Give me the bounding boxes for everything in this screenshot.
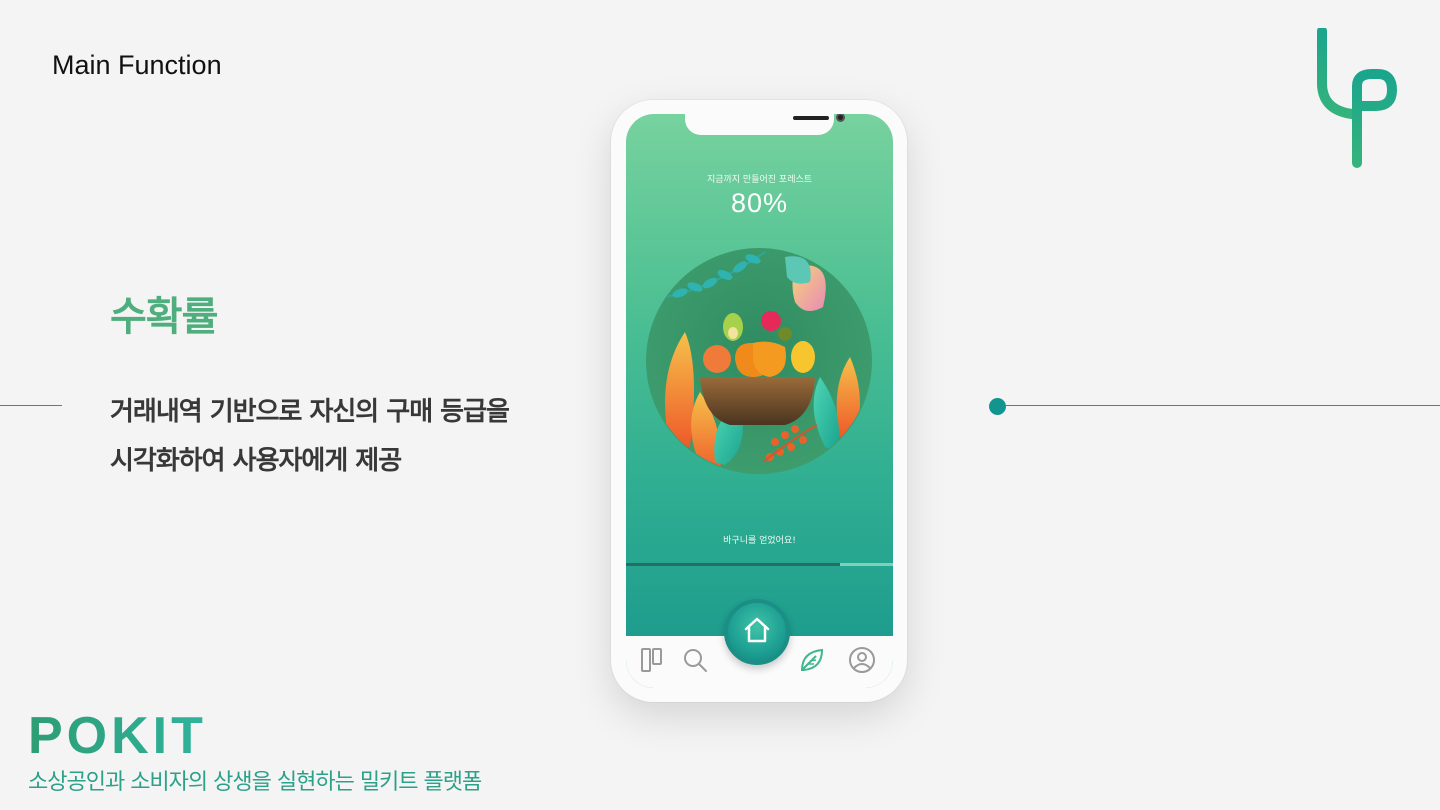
progress-bar [626, 563, 893, 566]
connector-line-right [998, 405, 1440, 406]
speaker [793, 116, 829, 120]
home-button[interactable] [724, 599, 790, 665]
progress-fill [626, 563, 840, 566]
home-icon [744, 617, 770, 643]
feature-description-line: 시각화하여 사용자에게 제공 [110, 446, 402, 476]
leaf-icon[interactable] [798, 646, 826, 674]
phone-notch [685, 114, 845, 135]
reward-message: 바구니를 얻었어요! [723, 536, 796, 546]
search-icon[interactable] [681, 646, 709, 674]
forest-label: 지금까지 만들어진 포레스트 [706, 175, 813, 185]
phone-screen: 지금까지 만들어진 포레스트 80% 바구니를 얻었어요! [626, 114, 893, 688]
feature-description-line: 거래내역 기반으로 자신의 구매 등급을 [110, 397, 510, 427]
connector-line-left [0, 405, 62, 406]
brand-name: POKIT [28, 707, 207, 765]
camera [836, 114, 845, 122]
feature-description: 거래내역 기반으로 자신의 구매 등급을 시각화하여 사용자에게 제공 [110, 388, 510, 486]
phone-mockup: 지금까지 만들어진 포레스트 80% 바구니를 얻었어요! [611, 100, 907, 702]
profile-icon[interactable] [848, 646, 876, 674]
board-icon[interactable] [638, 646, 666, 674]
forest-percent: 80% [730, 188, 789, 218]
pokit-logo-icon [1317, 28, 1397, 168]
connector-dot [989, 398, 1006, 415]
brand-tagline: 소상공인과 소비자의 상생을 실현하는 밀키트 플랫폼 [28, 770, 482, 795]
section-title: Main Function [52, 50, 222, 80]
harvest-basket-illustration [646, 248, 872, 474]
feature-title: 수확률 [110, 294, 218, 340]
